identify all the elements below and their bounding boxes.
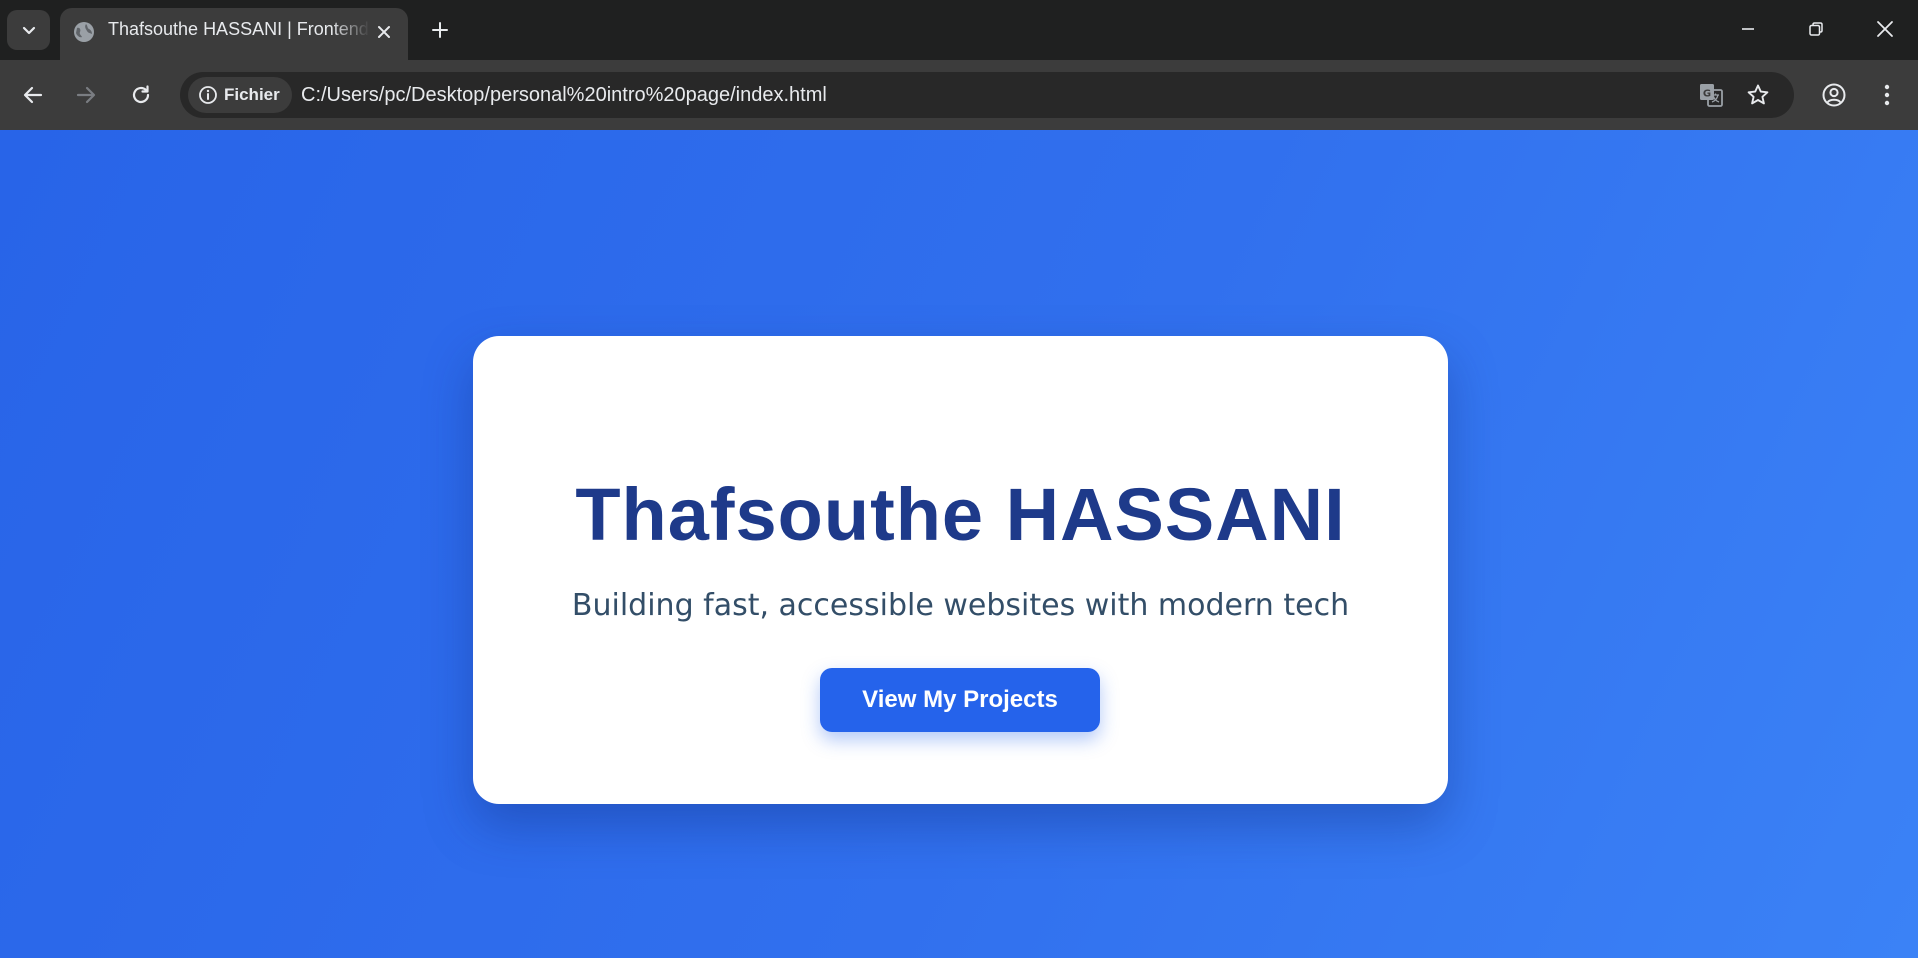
back-button[interactable]	[13, 75, 53, 115]
browser-tab[interactable]: Thafsouthe HASSANI | Frontend	[60, 8, 408, 60]
back-arrow-icon	[23, 86, 43, 104]
minimize-icon	[1742, 28, 1754, 30]
info-icon	[199, 86, 217, 104]
kebab-menu-icon	[1884, 84, 1890, 106]
security-chip-label: Fichier	[224, 85, 280, 104]
page-viewport: Thafsouthe HASSANI Building fast, access…	[0, 130, 1918, 958]
tab-title: Thafsouthe HASSANI | Frontend	[108, 19, 369, 39]
minimize-button[interactable]	[1718, 6, 1778, 52]
plus-icon	[432, 22, 448, 38]
new-tab-button[interactable]	[424, 14, 456, 46]
profile-icon	[1822, 83, 1846, 107]
forward-arrow-icon	[76, 86, 96, 104]
close-window-button[interactable]	[1855, 6, 1915, 52]
translate-icon: G	[1700, 84, 1723, 107]
intro-card: Thafsouthe HASSANI Building fast, access…	[473, 336, 1448, 804]
page-title: Thafsouthe HASSANI	[575, 473, 1346, 556]
close-tab-button[interactable]	[372, 20, 396, 44]
star-icon	[1747, 84, 1769, 105]
restore-icon	[1809, 22, 1823, 36]
address-bar[interactable]: Fichier C:/Users/pc/Desktop/personal%20i…	[180, 72, 1794, 118]
globe-icon	[74, 22, 94, 42]
close-window-icon	[1877, 21, 1893, 37]
reload-button[interactable]	[121, 75, 161, 115]
profile-button[interactable]	[1814, 75, 1854, 115]
url-text[interactable]: C:/Users/pc/Desktop/personal%20intro%20p…	[301, 84, 827, 107]
svg-text:G: G	[1703, 89, 1711, 100]
tab-search-button[interactable]	[7, 10, 50, 50]
chevron-down-icon	[22, 26, 35, 35]
forward-button[interactable]	[66, 75, 106, 115]
bookmark-button[interactable]	[1742, 79, 1774, 111]
view-projects-button[interactable]: View My Projects	[820, 668, 1100, 732]
tagline: Building fast, accessible websites with …	[571, 588, 1350, 623]
tab-strip: Thafsouthe HASSANI | Frontend	[0, 0, 1918, 60]
close-icon	[378, 26, 390, 38]
translate-button[interactable]: G	[1695, 79, 1727, 111]
browser-toolbar: Fichier C:/Users/pc/Desktop/personal%20i…	[0, 60, 1918, 130]
reload-icon	[132, 85, 150, 104]
restore-button[interactable]	[1786, 6, 1846, 52]
browser-menu-button[interactable]	[1867, 75, 1907, 115]
site-info-chip[interactable]: Fichier	[188, 77, 292, 113]
